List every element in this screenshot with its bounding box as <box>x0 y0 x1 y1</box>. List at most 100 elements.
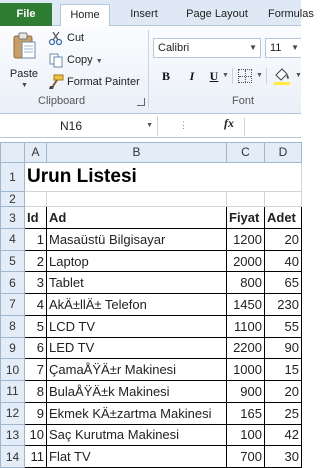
cell-fiyat[interactable]: 900 <box>226 380 265 403</box>
cell-adet[interactable]: 42 <box>264 423 302 447</box>
cell-ad[interactable]: Saç Kurutma Makinesi <box>46 423 227 447</box>
cell-ad[interactable]: Laptop <box>46 249 227 273</box>
cell-adet[interactable]: 20 <box>264 227 302 251</box>
cell-ad[interactable]: LCD TV <box>46 314 227 338</box>
cell-ad[interactable]: LED TV <box>46 336 227 360</box>
column-header-d[interactable]: D <box>264 142 302 163</box>
header-cell-id[interactable]: Id <box>24 206 47 229</box>
row-header[interactable]: 9 <box>0 336 25 360</box>
column-header-c[interactable]: C <box>226 142 265 163</box>
row-header[interactable]: 14 <box>0 445 25 468</box>
cell-id[interactable]: 2 <box>24 249 47 273</box>
cell-ad[interactable]: Ekmek KÄ±zartma Makinesi <box>46 401 227 425</box>
cell-ad[interactable]: AkÄ±llÄ± Telefon <box>46 293 227 316</box>
insert-function-button[interactable]: fx <box>224 116 234 131</box>
header-cell-adet[interactable]: Adet <box>264 206 302 229</box>
row-header[interactable]: 7 <box>0 293 25 316</box>
chevron-down-icon[interactable]: ▼ <box>256 72 263 79</box>
cell-ad[interactable]: Flat TV <box>46 445 227 468</box>
select-all-corner[interactable] <box>0 142 25 163</box>
cell-id[interactable]: 8 <box>24 380 47 403</box>
cell-adet[interactable]: 65 <box>264 271 302 295</box>
row-header[interactable]: 8 <box>0 314 25 338</box>
chevron-down-icon[interactable]: ▼ <box>96 58 103 65</box>
cell-adet[interactable]: 230 <box>264 293 302 316</box>
chevron-down-icon[interactable]: ▼ <box>222 72 229 79</box>
cell[interactable] <box>226 190 265 208</box>
cell-id[interactable]: 3 <box>24 271 47 295</box>
fill-color-icon[interactable] <box>272 66 292 86</box>
cell-id[interactable]: 5 <box>24 314 47 338</box>
chevron-down-icon[interactable]: ▼ <box>21 82 28 89</box>
underline-button[interactable]: U <box>205 66 223 86</box>
cell-adet[interactable]: 90 <box>264 336 302 360</box>
chevron-down-icon[interactable]: ▼ <box>146 116 153 136</box>
cell-fiyat[interactable]: 1000 <box>226 358 265 382</box>
cell-ad[interactable]: Masaüstü Bilgisayar <box>46 227 227 251</box>
cell-ad[interactable]: ÇamaÅŸÄ±r Makinesi <box>46 358 227 382</box>
chevron-down-icon[interactable]: ▼ <box>249 39 257 57</box>
cell-id[interactable]: 11 <box>24 445 47 468</box>
cell-ad[interactable]: BulaÅŸÄ±k Makinesi <box>46 380 227 403</box>
cell-fiyat[interactable]: 1100 <box>226 314 265 338</box>
paste-button[interactable]: Paste ▼ <box>8 30 40 89</box>
row-header[interactable]: 11 <box>0 380 25 403</box>
row-header[interactable]: 4 <box>0 227 25 251</box>
chevron-down-icon[interactable]: ▼ <box>295 72 302 79</box>
font-size-select[interactable]: 11 ▼ <box>265 38 301 58</box>
row-header[interactable]: 6 <box>0 271 25 295</box>
cell-fiyat[interactable]: 800 <box>226 271 265 295</box>
cell-id[interactable]: 6 <box>24 336 47 360</box>
tab-formulas[interactable]: Formulas <box>268 4 314 26</box>
row-header[interactable]: 13 <box>0 423 25 447</box>
row-header[interactable]: 12 <box>0 401 25 425</box>
cell-fiyat[interactable]: 100 <box>226 423 265 447</box>
row-header[interactable]: 1 <box>0 161 25 192</box>
cell-fiyat[interactable]: 165 <box>226 401 265 425</box>
row-header[interactable]: 3 <box>0 206 25 229</box>
cell-adet[interactable]: 30 <box>264 445 302 468</box>
clipboard-launcher-icon[interactable] <box>137 98 145 106</box>
cell-adet[interactable]: 40 <box>264 249 302 273</box>
sheet-title[interactable]: Urun Listesi <box>24 161 302 192</box>
cell-fiyat[interactable]: 2200 <box>226 336 265 360</box>
format-painter-button[interactable]: Format Painter <box>48 73 140 91</box>
borders-icon[interactable] <box>238 69 252 83</box>
row-header[interactable]: 10 <box>0 358 25 382</box>
formula-input[interactable] <box>248 116 300 136</box>
cell-adet[interactable]: 15 <box>264 358 302 382</box>
cell-ad[interactable]: Tablet <box>46 271 227 295</box>
header-cell-ad[interactable]: Ad <box>46 206 227 229</box>
cell[interactable] <box>264 190 302 208</box>
header-cell-fiyat[interactable]: Fiyat <box>226 206 265 229</box>
tab-home[interactable]: Home <box>60 4 110 27</box>
copy-button[interactable]: Copy ▼ <box>48 51 103 69</box>
cell-fiyat[interactable]: 700 <box>226 445 265 468</box>
cell-id[interactable]: 10 <box>24 423 47 447</box>
column-header-b[interactable]: B <box>46 142 227 163</box>
cell-adet[interactable]: 25 <box>264 401 302 425</box>
tab-insert[interactable]: Insert <box>124 4 164 26</box>
name-box[interactable]: N16 ▼ <box>0 116 158 136</box>
cell-fiyat[interactable]: 1200 <box>226 227 265 251</box>
cell[interactable] <box>24 190 47 208</box>
row-header[interactable]: 5 <box>0 249 25 273</box>
font-family-select[interactable]: Calibri ▼ <box>153 38 261 58</box>
tab-page-layout[interactable]: Page Layout <box>182 4 252 26</box>
cell-id[interactable]: 7 <box>24 358 47 382</box>
cell-fiyat[interactable]: 2000 <box>226 249 265 273</box>
cell-adet[interactable]: 20 <box>264 380 302 403</box>
cell-id[interactable]: 1 <box>24 227 47 251</box>
cell-adet[interactable]: 55 <box>264 314 302 338</box>
tab-file[interactable]: File <box>0 3 52 26</box>
cell-id[interactable]: 9 <box>24 401 47 425</box>
cell-fiyat[interactable]: 1450 <box>226 293 265 316</box>
spreadsheet-grid[interactable]: A B C D 1 Urun Listesi 2 3 Id Ad Fiyat A… <box>0 142 302 468</box>
row-header[interactable]: 2 <box>0 190 25 208</box>
formula-bar-grip-icon[interactable]: ⋮ <box>179 120 188 131</box>
bold-button[interactable]: B <box>157 66 175 86</box>
italic-button[interactable]: I <box>183 66 201 86</box>
chevron-down-icon[interactable]: ▼ <box>291 39 299 57</box>
cell[interactable] <box>46 190 227 208</box>
column-header-a[interactable]: A <box>24 142 47 163</box>
